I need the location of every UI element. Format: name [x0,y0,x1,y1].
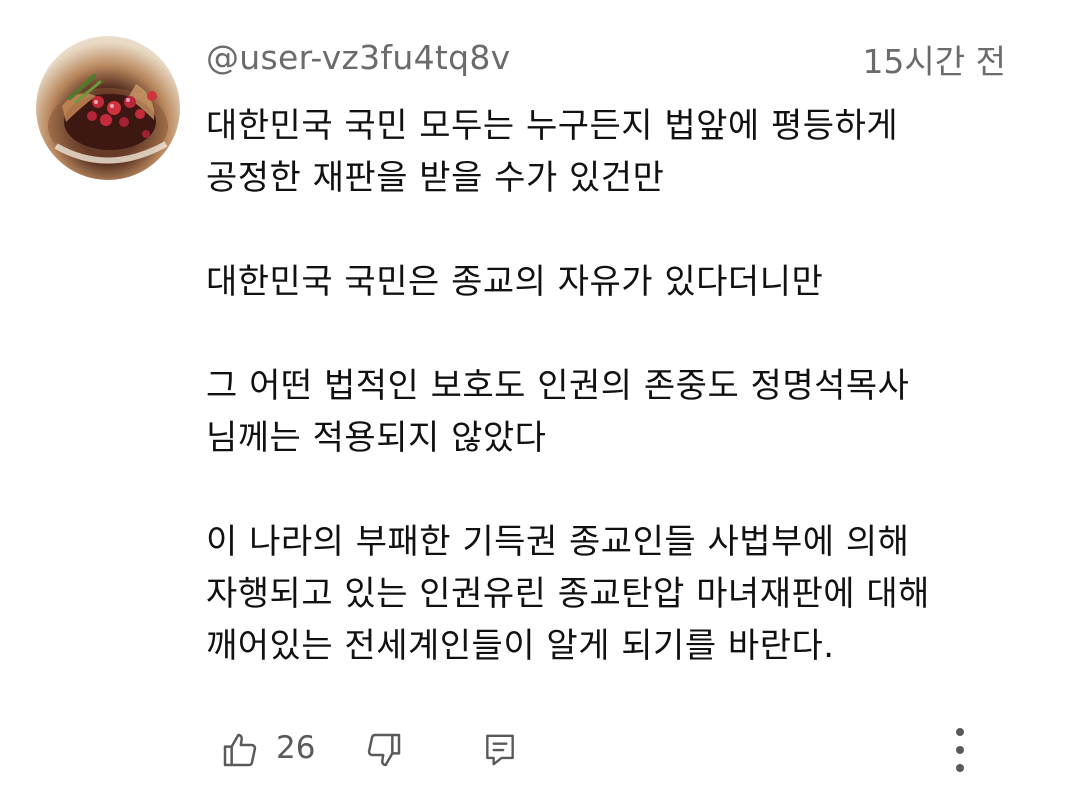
comment-line: 대한민국 국민은 종교의 자유가 있다더니만 [206,262,824,302]
avatar[interactable] [36,36,180,180]
comment-body: 대한민국 국민 모두는 누구든지 법앞에 평등하게 공정한 재판을 받을 수가 … [206,100,1026,672]
comment-author[interactable]: @user-vz3fu4tq8v [206,36,510,80]
avatar-image [48,74,168,164]
more-options-button[interactable] [934,722,986,778]
comment-line: 그 어떤 법적인 보호도 인권의 존중도 정명석목사 [206,366,910,406]
like-button[interactable] [214,724,266,776]
comment-item: @user-vz3fu4tq8v 15시간 전 대한민국 국민 모두는 누구든지… [0,0,1080,791]
more-vertical-icon [956,728,964,772]
comment-line: 대한민국 국민 모두는 누구든지 법앞에 평등하게 [206,106,899,146]
comment-actions: 26 [0,718,1080,778]
thumbs-down-icon [367,733,401,767]
thumbs-up-icon [223,733,257,767]
comment-timestamp[interactable]: 15시간 전 [862,40,1006,84]
comment-line: 자행되고 있는 인권유린 종교탄압 마녀재판에 대해 [206,574,930,614]
comment-line: 공정한 재판을 받을 수가 있건만 [206,158,665,198]
reply-button[interactable] [474,724,526,776]
comment-line: 깨어있는 전세계인들이 알게 되기를 바란다. [206,626,835,666]
comment-icon [486,734,514,766]
like-count: 26 [276,730,316,766]
dislike-button[interactable] [358,724,410,776]
comment-line: 이 나라의 부패한 기득권 종교인들 사법부에 의해 [206,522,910,562]
comment-line: 님께는 적용되지 않았다 [206,418,547,458]
